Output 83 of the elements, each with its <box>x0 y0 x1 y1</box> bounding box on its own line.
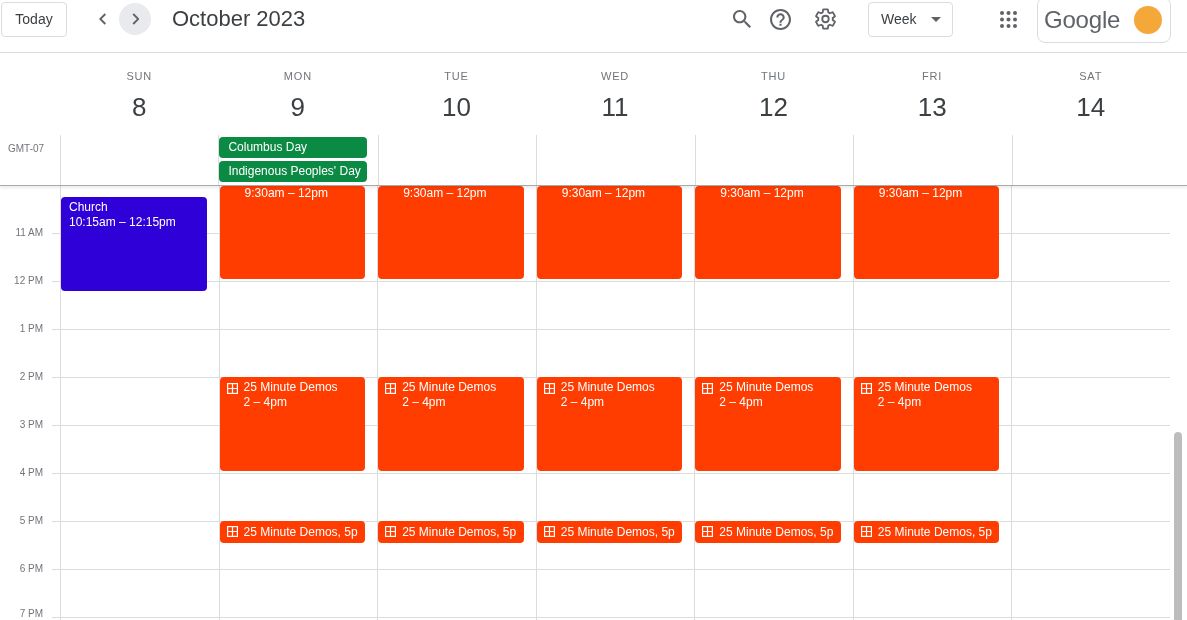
weekday-label: WED <box>599 69 631 84</box>
chevron-right-icon <box>131 13 139 25</box>
weekday-label: FRI <box>921 69 944 84</box>
event-time: 9:30am – 12pm <box>244 186 329 201</box>
calendar-event[interactable]: 9:30am – 12pm <box>219 186 366 279</box>
calendar-event[interactable]: 25 Minute Demos 2 – 4pm <box>536 377 683 471</box>
help-icon[interactable] <box>770 8 791 30</box>
date-number[interactable]: 12 <box>759 91 788 123</box>
view-dropdown[interactable]: Week <box>868 1 953 37</box>
grid-icon <box>226 383 238 394</box>
avatar-icon <box>1134 6 1162 34</box>
all-day-event[interactable]: Indigenous Peoples' Day <box>219 161 367 182</box>
date-number[interactable]: 10 <box>441 91 471 123</box>
weekday-label: TUE <box>443 69 470 84</box>
event-time: 2 – 4pm <box>243 395 288 410</box>
calendar-event[interactable]: 25 Minute Demos, 5p <box>378 521 524 543</box>
event-time: 9:30am – 12pm <box>720 186 805 201</box>
chevron-left-icon <box>98 13 106 25</box>
hour-label: 4 PM <box>19 467 43 479</box>
search-icon[interactable] <box>733 10 751 28</box>
calendar-event[interactable]: Church 10:15am – 12:15pm <box>61 197 207 291</box>
event-time: 9:30am – 12pm <box>878 186 964 201</box>
grid-icon <box>702 383 714 394</box>
event-title: 25 Minute Demos <box>402 380 497 395</box>
timezone-label: GMT-07 <box>7 142 45 154</box>
grid-icon <box>543 383 555 394</box>
event-time: 2 – 4pm <box>560 395 606 410</box>
calendar-event[interactable]: 25 Minute Demos, 5p <box>695 521 841 543</box>
date-number[interactable]: 9 <box>290 91 306 123</box>
grid-icon <box>860 383 872 394</box>
date-number[interactable]: 8 <box>132 91 147 123</box>
hour-label: 5 PM <box>19 515 43 527</box>
today-button[interactable]: Today <box>1 1 67 37</box>
caret-icon <box>930 16 941 22</box>
dot-grid-icon[interactable] <box>1000 10 1017 28</box>
hour-label: 1 PM <box>19 323 43 335</box>
calendar-event[interactable]: 9:30am – 12pm <box>853 186 1000 279</box>
weekday-label: SUN <box>125 69 154 84</box>
event-title: 25 Minute Demos <box>560 380 655 395</box>
calendar-event[interactable]: 25 Minute Demos 2 – 4pm <box>695 377 841 471</box>
hour-label: 3 PM <box>19 419 43 431</box>
calendar-event[interactable]: 9:30am – 12pm <box>695 186 841 279</box>
hour-label: 6 PM <box>19 563 43 575</box>
calendar-event[interactable]: 9:30am – 12pm <box>378 186 524 279</box>
calendar-event[interactable]: 25 Minute Demos 2 – 4pm <box>378 377 524 471</box>
event-time: 9:30am – 12pm <box>403 186 488 201</box>
scrollbar-thumb[interactable] <box>1174 432 1182 620</box>
grid-icon <box>385 526 397 537</box>
date-number[interactable]: 14 <box>1076 91 1106 123</box>
event-title: 25 Minute Demos <box>243 380 338 395</box>
month-title: October 2023 <box>172 5 306 33</box>
calendar-event[interactable]: 25 Minute Demos 2 – 4pm <box>219 377 366 471</box>
calendar-event[interactable]: 25 Minute Demos, 5p <box>853 521 1000 543</box>
weekday-label: MON <box>282 69 313 84</box>
hour-label: 11 AM <box>15 227 43 239</box>
calendar-event[interactable]: 25 Minute Demos, 5p <box>536 521 683 543</box>
weekday-label: SAT <box>1078 69 1104 84</box>
next-button[interactable] <box>119 3 151 35</box>
grid-icon <box>860 526 872 537</box>
hour-label: 7 PM <box>19 608 43 620</box>
event-time: 9:30am – 12pm <box>561 186 647 201</box>
event-title: 25 Minute Demos <box>719 380 814 395</box>
event-time: 10:15am – 12:15pm <box>69 215 177 230</box>
grid-icon <box>543 526 555 537</box>
event-time: 2 – 4pm <box>719 395 764 410</box>
hour-label: 2 PM <box>19 371 43 383</box>
all-day-event[interactable]: Columbus Day <box>219 137 367 158</box>
calendar-event[interactable]: 25 Minute Demos, 5p <box>219 521 366 543</box>
date-number[interactable]: 11 <box>601 91 629 123</box>
date-number[interactable]: 13 <box>917 91 947 123</box>
event-title: Church <box>69 200 109 215</box>
grid-icon <box>226 526 238 537</box>
grid-icon <box>702 526 714 537</box>
settings-icon[interactable] <box>815 8 836 30</box>
grid-icon <box>385 383 397 394</box>
calendar-event[interactable]: 25 Minute Demos 2 – 4pm <box>853 377 1000 471</box>
account-button[interactable]: Google <box>1037 0 1171 43</box>
weekday-label: THU <box>760 69 788 84</box>
hour-label: 12 PM <box>14 275 43 287</box>
event-time: 2 – 4pm <box>402 395 447 410</box>
event-time: 2 – 4pm <box>877 395 923 410</box>
event-title: 25 Minute Demos <box>877 380 972 395</box>
calendar-event[interactable]: 9:30am – 12pm <box>536 186 683 279</box>
